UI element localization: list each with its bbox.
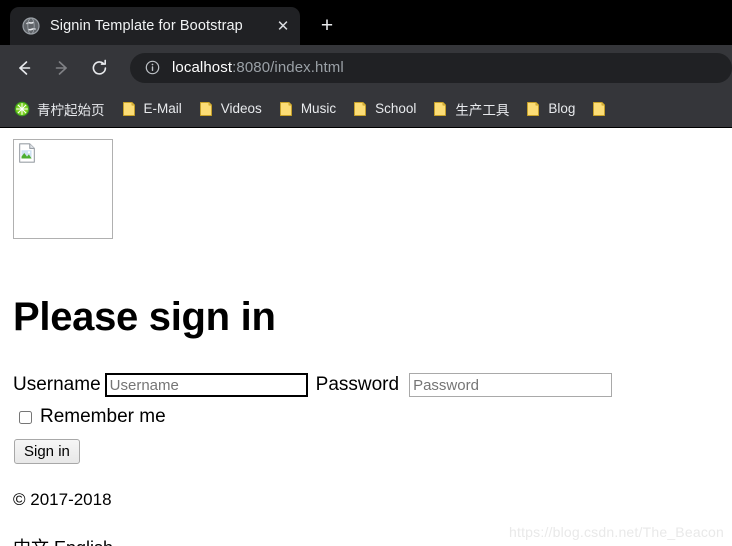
username-input[interactable] xyxy=(104,373,308,397)
forward-arrow-icon xyxy=(55,60,67,75)
remember-me-label: Remember me xyxy=(40,406,166,427)
forward-button[interactable] xyxy=(46,52,78,84)
new-tab-button[interactable]: + xyxy=(312,11,342,41)
reload-button[interactable] xyxy=(84,52,116,84)
bookmarks-bar: 青柠起始页 E-Mail Videos Music School 生产工具 Bl… xyxy=(0,90,732,128)
folder-icon xyxy=(354,101,367,116)
password-input[interactable] xyxy=(409,373,613,397)
bookmark-label: E-Mail xyxy=(143,101,182,116)
address-bar[interactable]: localhost:8080/index.html xyxy=(130,52,732,83)
folder-icon xyxy=(434,101,447,116)
bookmark-item[interactable]: School xyxy=(344,95,424,123)
page-content: Please sign in Username Password Remembe… xyxy=(0,128,732,546)
folder-icon xyxy=(279,101,292,116)
bookmark-label: Videos xyxy=(220,101,262,116)
folder-icon xyxy=(122,101,135,116)
bookmark-item[interactable] xyxy=(583,95,622,123)
address-bar-text: localhost:8080/index.html xyxy=(172,59,344,76)
url-path: :8080/index.html xyxy=(232,59,344,76)
bookmark-item[interactable]: E-Mail xyxy=(113,95,190,123)
page-info-icon[interactable] xyxy=(144,60,160,76)
bookmark-label: School xyxy=(375,101,417,116)
browser-toolbar: localhost:8080/index.html xyxy=(0,45,732,90)
password-label: Password xyxy=(315,374,400,395)
watermark-text: https://blog.csdn.net/The_Beacon xyxy=(509,524,724,540)
copyright-text: © 2017-2018 xyxy=(13,490,112,510)
reload-icon xyxy=(92,59,107,75)
back-button[interactable] xyxy=(8,52,40,84)
tab-strip: Signin Template for Bootstrap ✕ + xyxy=(0,0,732,45)
bookmark-label: 生产工具 xyxy=(455,102,510,118)
username-label: Username xyxy=(13,374,101,395)
lime-icon xyxy=(14,101,30,116)
bookmark-item[interactable]: Blog xyxy=(517,95,583,123)
remember-me-row: Remember me xyxy=(13,406,724,428)
globe-favicon xyxy=(22,17,40,35)
logo-broken-image xyxy=(13,139,113,239)
tab-active[interactable]: Signin Template for Bootstrap ✕ xyxy=(10,7,300,45)
bookmark-item[interactable]: 生产工具 xyxy=(424,95,517,123)
close-icon[interactable]: ✕ xyxy=(272,15,294,37)
bookmark-item[interactable]: Videos xyxy=(190,95,270,123)
url-host: localhost xyxy=(172,59,233,76)
credentials-row: Username Password xyxy=(13,373,724,397)
browser-window: Signin Template for Bootstrap ✕ + localh… xyxy=(0,0,732,546)
tab-title: Signin Template for Bootstrap xyxy=(50,18,243,34)
bookmark-label: 青柠起始页 xyxy=(37,102,105,118)
broken-image-icon xyxy=(19,143,35,163)
folder-icon xyxy=(593,101,606,116)
page-title: Please sign in xyxy=(13,295,276,339)
back-arrow-icon xyxy=(19,60,31,75)
folder-icon xyxy=(199,101,212,116)
folder-icon xyxy=(527,101,540,116)
bookmark-label: Music xyxy=(300,101,337,116)
sign-in-button[interactable]: Sign in xyxy=(14,439,80,465)
remember-me-checkbox[interactable] xyxy=(19,410,32,424)
bookmark-item[interactable]: Music xyxy=(270,95,344,123)
bookmark-label: Blog xyxy=(548,101,576,116)
bookmark-item[interactable]: 青柠起始页 xyxy=(6,95,113,123)
